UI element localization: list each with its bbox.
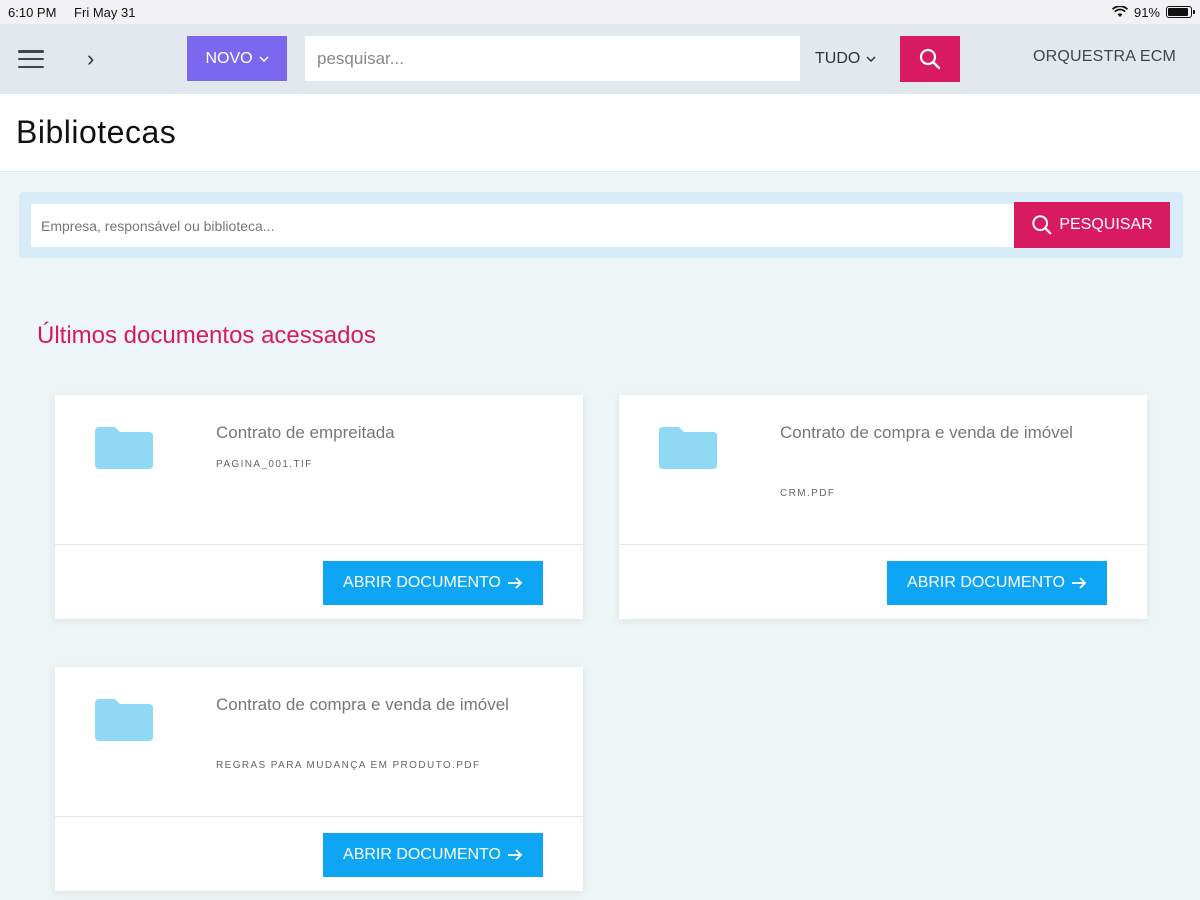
document-card: Contrato de compra e venda de imóvel CRM… bbox=[619, 395, 1147, 619]
open-document-label: ABRIR DOCUMENTO bbox=[343, 846, 501, 863]
wifi-icon bbox=[1111, 6, 1128, 17]
folder-icon bbox=[659, 427, 717, 469]
search-scope-label: TUDO bbox=[815, 49, 861, 67]
top-navbar: › NOVO TUDO ORQUESTRA ECM bbox=[0, 24, 1200, 94]
chevron-down-icon bbox=[259, 55, 269, 62]
arrow-right-icon bbox=[1071, 577, 1087, 589]
chevron-down-icon bbox=[866, 55, 876, 62]
open-document-button[interactable]: ABRIR DOCUMENTO bbox=[323, 833, 543, 877]
arrow-right-icon bbox=[507, 849, 523, 861]
page-header: Bibliotecas bbox=[0, 94, 1200, 172]
status-time: 6:10 PM bbox=[8, 4, 57, 20]
status-left: 6:10 PM Fri May 31 bbox=[8, 5, 149, 20]
status-bar: 6:10 PM Fri May 31 91% bbox=[0, 0, 1200, 24]
folder-icon bbox=[95, 699, 153, 741]
document-file-name: PAGINA_001.TIF bbox=[216, 459, 313, 470]
global-search-input[interactable] bbox=[305, 36, 800, 81]
document-file-name: REGRAS PARA MUDANÇA EM PRODUTO.PDF bbox=[216, 760, 481, 771]
battery-icon bbox=[1166, 6, 1195, 18]
open-document-label: ABRIR DOCUMENTO bbox=[343, 574, 501, 591]
menu-icon[interactable] bbox=[18, 50, 44, 68]
card-divider bbox=[55, 816, 583, 817]
document-card: Contrato de empreitada PAGINA_001.TIF AB… bbox=[55, 395, 583, 619]
open-document-button[interactable]: ABRIR DOCUMENTO bbox=[323, 561, 543, 605]
document-title: Contrato de compra e venda de imóvel bbox=[780, 423, 1073, 442]
open-document-button[interactable]: ABRIR DOCUMENTO bbox=[887, 561, 1107, 605]
document-card: Contrato de compra e venda de imóvel REG… bbox=[55, 667, 583, 891]
new-button[interactable]: NOVO bbox=[187, 36, 287, 81]
search-icon bbox=[919, 48, 941, 70]
card-divider bbox=[619, 544, 1147, 545]
document-file-name: CRM.PDF bbox=[780, 488, 836, 499]
global-search-button[interactable] bbox=[900, 36, 960, 82]
library-search-bar: PESQUISAR bbox=[19, 192, 1183, 258]
library-search-input[interactable] bbox=[31, 204, 1014, 247]
arrow-right-icon bbox=[507, 577, 523, 589]
brand-name: ORQUESTRA ECM bbox=[1032, 48, 1176, 65]
battery-percent: 91% bbox=[1133, 4, 1160, 20]
card-divider bbox=[55, 544, 583, 545]
document-title: Contrato de empreitada bbox=[216, 423, 395, 442]
chevron-right-icon[interactable]: › bbox=[87, 46, 94, 72]
new-button-label: NOVO bbox=[205, 49, 253, 67]
library-search-button-label: PESQUISAR bbox=[1059, 216, 1153, 233]
folder-icon bbox=[95, 427, 153, 469]
status-date: Fri May 31 bbox=[74, 4, 136, 20]
page-title: Bibliotecas bbox=[16, 114, 177, 150]
library-search-button[interactable]: PESQUISAR bbox=[1014, 202, 1170, 248]
search-icon bbox=[1032, 215, 1052, 235]
search-scope-select[interactable]: TUDO bbox=[815, 36, 876, 81]
recent-documents-title: Últimos documentos acessados bbox=[37, 322, 376, 349]
battery-fill bbox=[1168, 8, 1189, 16]
document-title: Contrato de compra e venda de imóvel bbox=[216, 695, 509, 714]
status-right: 91% bbox=[1111, 4, 1195, 20]
open-document-label: ABRIR DOCUMENTO bbox=[907, 574, 1065, 591]
